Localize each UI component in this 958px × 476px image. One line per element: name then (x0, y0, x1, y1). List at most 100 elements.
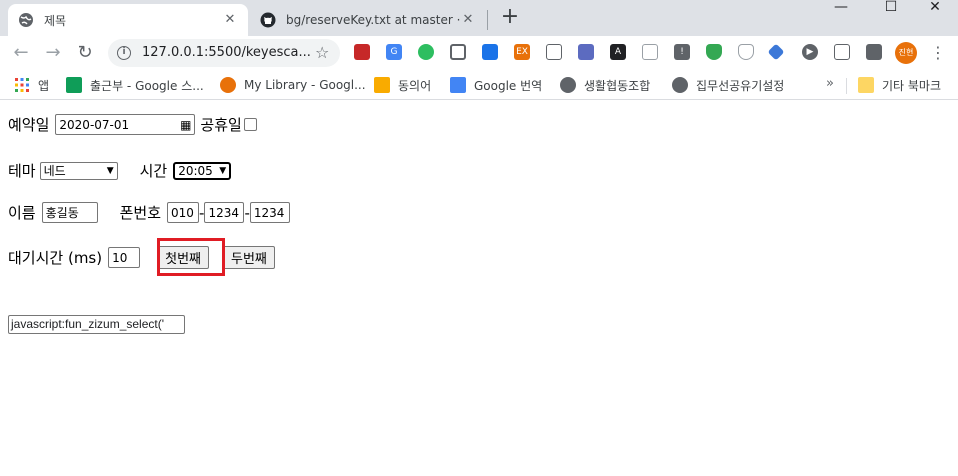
holiday-checkbox[interactable] (243, 118, 257, 131)
extensions-puzzle-icon[interactable] (866, 44, 882, 60)
reserve-date-label: 예약일 (8, 116, 50, 134)
bookmark-label: 기타 북마크 (882, 78, 942, 93)
reload-icon[interactable]: ↻ (72, 40, 98, 66)
google-sheets-icon (66, 77, 82, 93)
phone-input-2[interactable]: 1234 (204, 202, 245, 223)
theme-select[interactable]: 네드 ▼ (39, 161, 118, 180)
highlight-box (157, 238, 225, 276)
more-bookmarks-chevron-icon[interactable]: » (826, 76, 834, 91)
phone-input-1[interactable]: 010 (167, 202, 200, 223)
javascript-input[interactable]: javascript:fun_zizum_select(' (8, 315, 185, 334)
chevron-down-icon: ▼ (106, 165, 114, 176)
bookmark-translate[interactable]: Google 번역 (450, 76, 542, 94)
bookmark-label: 동의어 (398, 78, 432, 93)
time-select[interactable]: 20:05 ▼ (173, 161, 232, 180)
bookmark-sheets[interactable]: 출근부 - Google 스... (66, 76, 204, 94)
wait-input[interactable]: 10 (108, 247, 141, 268)
bookmark-library[interactable]: My Library - Googl... (220, 76, 366, 94)
theme-time-row: 테마 네드 ▼ 시간 20:05 ▼ (8, 160, 232, 181)
bookmark-label: My Library - Googl... (244, 78, 366, 92)
phone-value-1: 010 (171, 205, 194, 220)
font-a-icon[interactable]: A (610, 44, 626, 60)
metamask-icon[interactable] (482, 44, 498, 60)
bookmark-label: 출근부 - Google 스... (90, 78, 204, 93)
play-icon[interactable]: ▶ (802, 44, 818, 60)
window-close-icon[interactable]: ✕ (912, 0, 958, 16)
bookmark-star-icon[interactable]: ☆ (315, 43, 329, 62)
sun-logo-icon (374, 77, 390, 93)
back-icon[interactable]: ← (8, 40, 34, 66)
bookmark-apps[interactable]: 앱 (14, 76, 49, 94)
site-info-icon[interactable]: i (117, 46, 131, 60)
translate-icon[interactable]: G (386, 44, 402, 60)
chevron-down-icon: ▼ (219, 165, 227, 176)
bookmark-synonym[interactable]: 동의어 (374, 76, 431, 94)
bookmark-other[interactable]: 기타 북마크 (858, 76, 941, 94)
new-tab-button[interactable]: + (498, 6, 522, 30)
name-input[interactable]: 홍길동 (41, 202, 98, 223)
reserve-date-row: 예약일 2020-07-01 ▦ 공휴일 (8, 114, 257, 135)
name-value: 홍길동 (45, 206, 79, 220)
phone-input-3[interactable]: 1234 (249, 202, 290, 223)
bookmark-label: Google 번역 (474, 78, 543, 93)
folder-icon (858, 77, 874, 93)
globe-icon (672, 77, 688, 93)
bookmark-label: 생활협동조합 (584, 78, 651, 93)
reader-icon[interactable] (546, 44, 562, 60)
minimize-icon[interactable]: — (818, 0, 864, 16)
diamond-icon[interactable] (767, 43, 785, 61)
apps-grid-icon (15, 78, 29, 92)
tab-separator (487, 10, 488, 30)
evernote-icon[interactable] (418, 44, 434, 60)
bookmark-label: 집무선공유기설정 (696, 78, 785, 93)
bookmark-coop[interactable]: 생활협동조합 (560, 76, 650, 94)
theme-value: 네드 (43, 164, 66, 178)
wait-label: 대기시간 (ms) (8, 249, 103, 267)
phone-value-3: 1234 (253, 205, 285, 220)
phone-label: 폰번호 (119, 204, 162, 222)
time-label: 시간 (139, 162, 168, 180)
browser-menu-icon[interactable]: ⋮ (930, 44, 946, 62)
screenshot-icon[interactable] (834, 44, 850, 60)
maximize-icon[interactable]: ☐ (868, 0, 914, 16)
address-bar[interactable]: i 127.0.0.1:5500/keyesca... ☆ (108, 39, 340, 67)
reserve-date-value: 2020-07-01 (59, 117, 130, 132)
shield-icon[interactable] (706, 44, 722, 60)
url-text: 127.0.0.1:5500/keyesca... (142, 45, 311, 60)
second-button-label: 두번째 (231, 252, 267, 267)
bookmark-separator (846, 78, 847, 94)
theme-label: 테마 (8, 162, 36, 180)
tab-title: bg/reserveKey.txt at master · mc (286, 13, 460, 27)
profile-avatar[interactable]: 진현 (895, 42, 917, 64)
github-icon (260, 12, 276, 28)
name-phone-row: 이름 홍길동 폰번호 010 - 1234 - 1234 (8, 202, 290, 223)
calendar-icon[interactable]: ▦ (180, 118, 191, 132)
time-value: 20:05 (178, 163, 213, 178)
forward-icon[interactable]: → (40, 40, 66, 66)
second-button[interactable]: 두번째 (223, 246, 275, 269)
bookmark-manager-icon[interactable] (354, 44, 370, 60)
google-books-icon (220, 77, 236, 93)
tab-active[interactable]: 제목 ✕ (8, 4, 248, 36)
tab-inactive[interactable]: bg/reserveKey.txt at master · mc ✕ (250, 4, 486, 36)
pocket-icon[interactable] (450, 44, 466, 60)
camera-icon[interactable] (578, 44, 594, 60)
wait-value: 10 (112, 250, 128, 265)
globe-icon (19, 13, 33, 27)
bookmark-label: 앱 (38, 78, 50, 93)
google-translate-icon (450, 77, 466, 93)
tab-close-icon[interactable]: ✕ (222, 12, 238, 28)
globe-icon (560, 77, 576, 93)
name-label: 이름 (8, 204, 36, 222)
reserve-date-input[interactable]: 2020-07-01 ▦ (55, 114, 196, 135)
info-extension-icon[interactable]: ! (674, 44, 690, 60)
tab-strip: 제목 ✕ bg/reserveKey.txt at master · mc ✕ … (0, 0, 958, 36)
holiday-label: 공휴일 (200, 116, 242, 134)
cursor-icon[interactable] (642, 44, 658, 60)
tab-title: 제목 (44, 13, 67, 28)
shield-outline-icon[interactable] (738, 44, 754, 60)
bookmark-router[interactable]: 집무선공유기설정 (672, 76, 784, 94)
ex-extension-icon[interactable]: EX (514, 44, 530, 60)
wait-row: 대기시간 (ms) 10 첫번째 두번째 (8, 246, 275, 269)
tab-close-icon[interactable]: ✕ (460, 12, 476, 28)
